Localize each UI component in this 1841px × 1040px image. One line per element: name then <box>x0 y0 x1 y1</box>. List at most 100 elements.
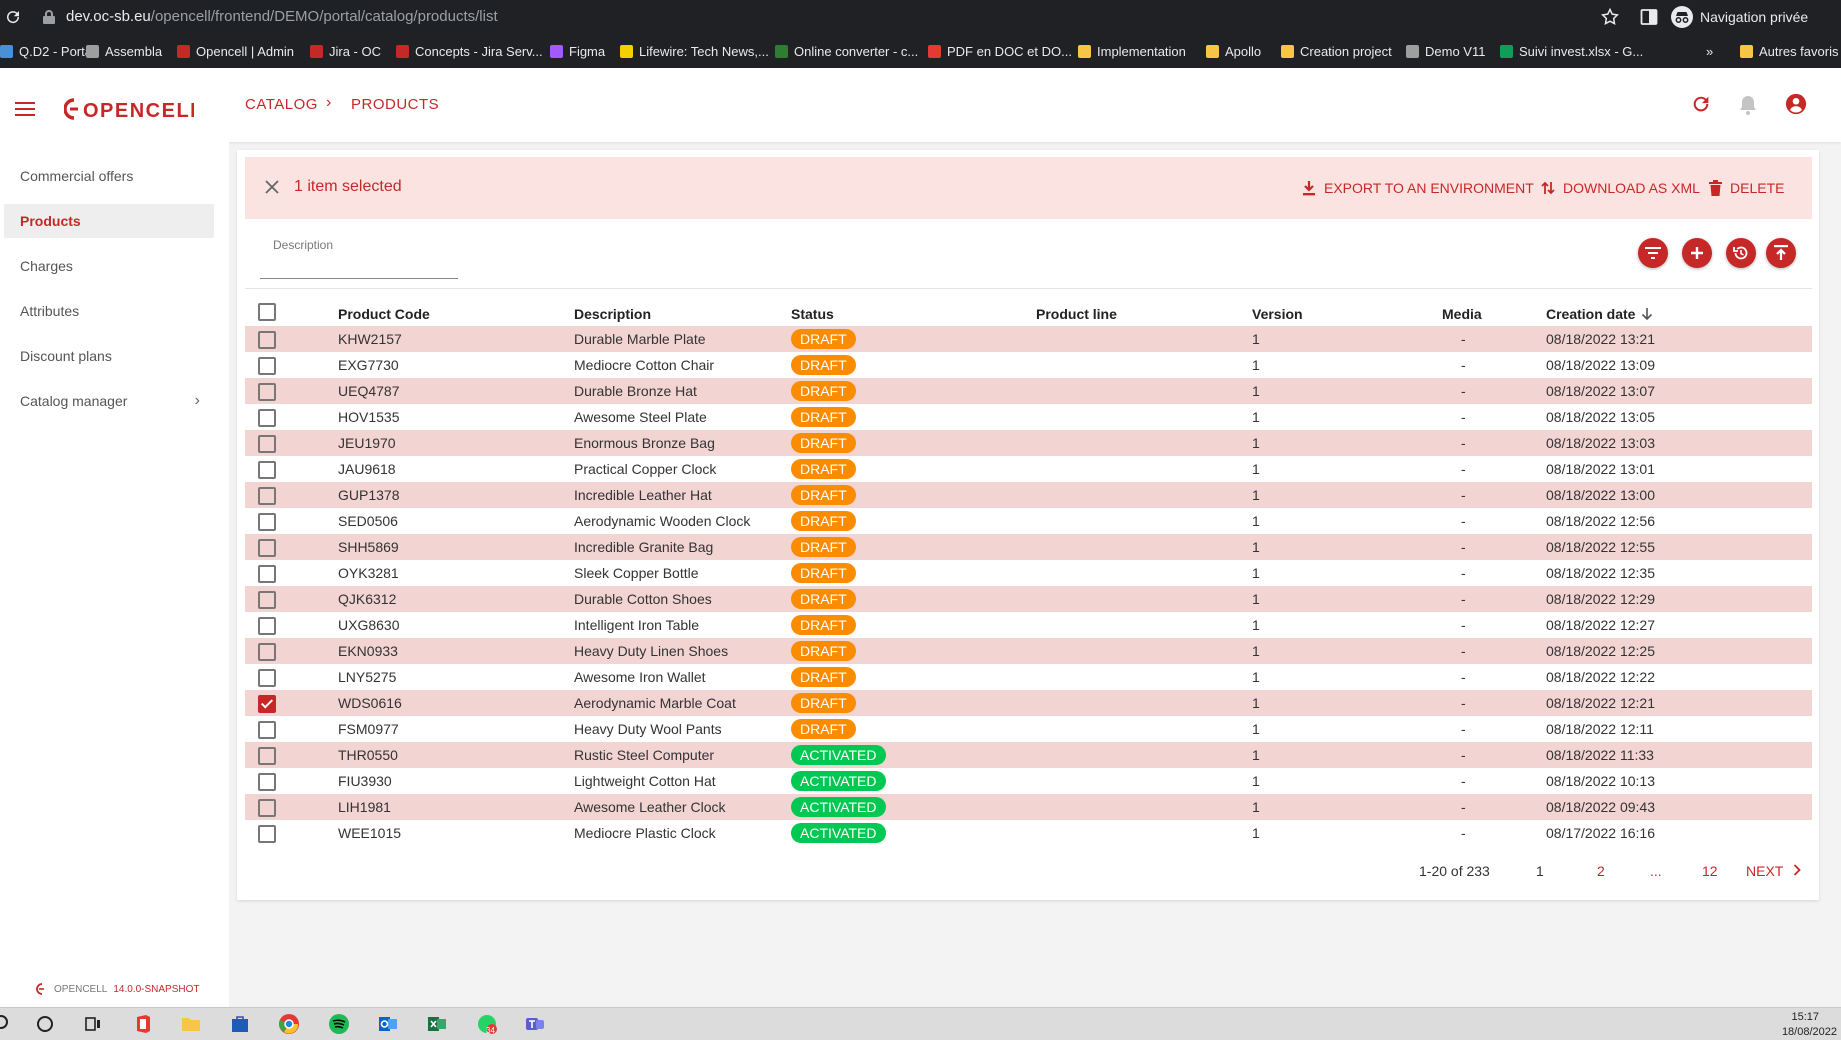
bookmark-item[interactable]: Implementation <box>1078 42 1186 60</box>
bookmark-item[interactable]: Concepts - Jira Serv... <box>396 42 543 60</box>
row-checkbox[interactable] <box>258 669 276 687</box>
search-icon[interactable] <box>0 1013 14 1035</box>
bookmark-item[interactable]: Suivi invest.xlsx - G... <box>1500 42 1643 60</box>
bookmark-item[interactable]: Lifewire: Tech News,... <box>620 42 769 60</box>
table-row[interactable]: LIH1981 Awesome Leather Clock ACTIVATED 1 - 0… <box>245 794 1812 820</box>
row-checkbox[interactable] <box>258 461 276 479</box>
description-filter-input[interactable] <box>260 252 458 279</box>
page-12-button[interactable]: 12 <box>1702 863 1718 879</box>
row-checkbox[interactable] <box>258 435 276 453</box>
cell-product-code[interactable]: KHW2157 <box>338 331 402 347</box>
bookmark-other-folder[interactable]: Autres favoris <box>1740 42 1838 60</box>
incognito-icon[interactable] <box>1670 5 1694 29</box>
table-row[interactable]: FIU3930 Lightweight Cotton Hat ACTIVATED 1 -… <box>245 768 1812 794</box>
task-view-icon[interactable] <box>82 1013 104 1035</box>
export-environment-button[interactable]: EXPORT TO AN ENVIRONMENT <box>1302 180 1534 196</box>
add-product-button[interactable] <box>1682 238 1712 268</box>
sidebar-item-products[interactable]: Products <box>4 204 214 238</box>
spotify-icon[interactable] <box>328 1013 350 1035</box>
url-field[interactable]: dev.oc-sb.eu/opencell/frontend/DEMO/port… <box>66 8 498 25</box>
column-header-creation-date[interactable]: Creation date <box>1546 306 1653 322</box>
teams-icon[interactable] <box>524 1013 546 1035</box>
bookmark-item[interactable]: Creation project <box>1281 42 1392 60</box>
row-checkbox[interactable] <box>258 487 276 505</box>
column-header-media[interactable]: Media <box>1442 306 1482 322</box>
cell-product-code[interactable]: SHH5869 <box>338 539 399 555</box>
notifications-bell-icon[interactable] <box>1738 94 1758 116</box>
table-row[interactable]: EKN0933 Heavy Duty Linen Shoes DRAFT 1 - 08/1… <box>245 638 1812 664</box>
delete-button[interactable]: DELETE <box>1709 180 1784 196</box>
next-page-button[interactable]: NEXT <box>1746 863 1801 879</box>
row-checkbox[interactable] <box>258 695 276 713</box>
bookmark-item[interactable]: Online converter - c... <box>775 42 918 60</box>
sidebar-item-catalog-manager[interactable]: Catalog manager › <box>4 384 214 418</box>
sidebar-item-commercial-offers[interactable]: Commercial offers <box>4 159 214 193</box>
bookmark-item[interactable]: Demo V11 <box>1406 42 1485 60</box>
cell-product-code[interactable]: JEU1970 <box>338 435 396 451</box>
hamburger-menu-icon[interactable] <box>15 102 35 116</box>
cell-product-code[interactable]: WEE1015 <box>338 825 401 841</box>
bookmark-item[interactable]: Assembla <box>86 42 162 60</box>
table-row[interactable]: GUP1378 Incredible Leather Hat DRAFT 1 - 08/1… <box>245 482 1812 508</box>
refresh-icon[interactable] <box>1690 93 1712 115</box>
cell-product-code[interactable]: FIU3930 <box>338 773 392 789</box>
table-row[interactable]: SED0506 Aerodynamic Wooden Clock DRAFT 1 - 08… <box>245 508 1812 534</box>
download-xml-button[interactable]: DOWNLOAD AS XML <box>1541 180 1700 196</box>
sidebar-item-charges[interactable]: Charges <box>4 249 214 283</box>
table-row[interactable]: THR0550 Rustic Steel Computer ACTIVATED 1 - 0… <box>245 742 1812 768</box>
row-checkbox[interactable] <box>258 357 276 375</box>
lock-icon[interactable] <box>42 9 56 25</box>
cell-product-code[interactable]: EXG7730 <box>338 357 399 373</box>
row-checkbox[interactable] <box>258 799 276 817</box>
column-header-description[interactable]: Description <box>574 306 651 322</box>
row-checkbox[interactable] <box>258 565 276 583</box>
table-row[interactable]: SHH5869 Incredible Granite Bag DRAFT 1 - 08/1… <box>245 534 1812 560</box>
table-row[interactable]: JAU9618 Practical Copper Clock DRAFT 1 - 08/1… <box>245 456 1812 482</box>
history-button[interactable] <box>1726 238 1756 268</box>
bookmark-item[interactable]: Q.D2 - Portal <box>0 42 95 60</box>
cell-product-code[interactable]: UXG8630 <box>338 617 399 633</box>
table-row[interactable]: HOV1535 Awesome Steel Plate DRAFT 1 - 08/18/2… <box>245 404 1812 430</box>
cell-product-code[interactable]: LIH1981 <box>338 799 391 815</box>
table-row[interactable]: UXG8630 Intelligent Iron Table DRAFT 1 - 08/1… <box>245 612 1812 638</box>
row-checkbox[interactable] <box>258 331 276 349</box>
cell-product-code[interactable]: SED0506 <box>338 513 398 529</box>
close-icon[interactable] <box>265 180 279 194</box>
select-all-checkbox[interactable] <box>258 303 276 321</box>
cell-product-code[interactable]: OYK3281 <box>338 565 399 581</box>
table-row[interactable]: FSM0977 Heavy Duty Wool Pants DRAFT 1 - 08/18… <box>245 716 1812 742</box>
opencell-logo[interactable]: OPENCELL <box>64 96 194 122</box>
cell-product-code[interactable]: THR0550 <box>338 747 398 763</box>
page-1-button[interactable]: 1 <box>1536 863 1544 879</box>
row-checkbox[interactable] <box>258 643 276 661</box>
file-explorer-icon[interactable] <box>180 1013 202 1035</box>
row-checkbox[interactable] <box>258 617 276 635</box>
table-row[interactable]: QJK6312 Durable Cotton Shoes DRAFT 1 - 08/18/… <box>245 586 1812 612</box>
cell-product-code[interactable]: WDS0616 <box>338 695 402 711</box>
breadcrumb-catalog[interactable]: CATALOG <box>245 96 318 113</box>
cell-product-code[interactable]: GUP1378 <box>338 487 399 503</box>
sidebar-item-attributes[interactable]: Attributes <box>4 294 214 328</box>
row-checkbox[interactable] <box>258 825 276 843</box>
upload-button[interactable] <box>1766 238 1796 268</box>
cell-product-code[interactable]: EKN0933 <box>338 643 398 659</box>
table-row[interactable]: WEE1015 Mediocre Plastic Clock ACTIVATED 1 -… <box>245 820 1812 846</box>
bookmark-item[interactable]: Opencell | Admin <box>177 42 294 60</box>
cell-product-code[interactable]: JAU9618 <box>338 461 396 477</box>
bookmark-item[interactable]: Jira - OC <box>310 42 381 60</box>
browser-reload-icon[interactable] <box>4 8 22 26</box>
column-header-product-code[interactable]: Product Code <box>338 306 430 322</box>
bookmarks-more-button[interactable]: » <box>1706 42 1713 60</box>
account-circle-icon[interactable] <box>1785 93 1807 115</box>
filter-button[interactable] <box>1638 238 1668 268</box>
table-row[interactable]: JEU1970 Enormous Bronze Bag DRAFT 1 - 08/18/2… <box>245 430 1812 456</box>
bookmark-item[interactable]: PDF en DOC et DO... <box>928 42 1072 60</box>
table-row[interactable]: UEQ4787 Durable Bronze Hat DRAFT 1 - 08/18/20… <box>245 378 1812 404</box>
column-header-product-line[interactable]: Product line <box>1036 306 1117 322</box>
table-row[interactable]: EXG7730 Mediocre Cotton Chair DRAFT 1 - 08/18… <box>245 352 1812 378</box>
row-checkbox[interactable] <box>258 591 276 609</box>
cell-product-code[interactable]: HOV1535 <box>338 409 399 425</box>
table-row[interactable]: KHW2157 Durable Marble Plate DRAFT 1 - 08/18/… <box>245 326 1812 352</box>
row-checkbox[interactable] <box>258 747 276 765</box>
row-checkbox[interactable] <box>258 539 276 557</box>
